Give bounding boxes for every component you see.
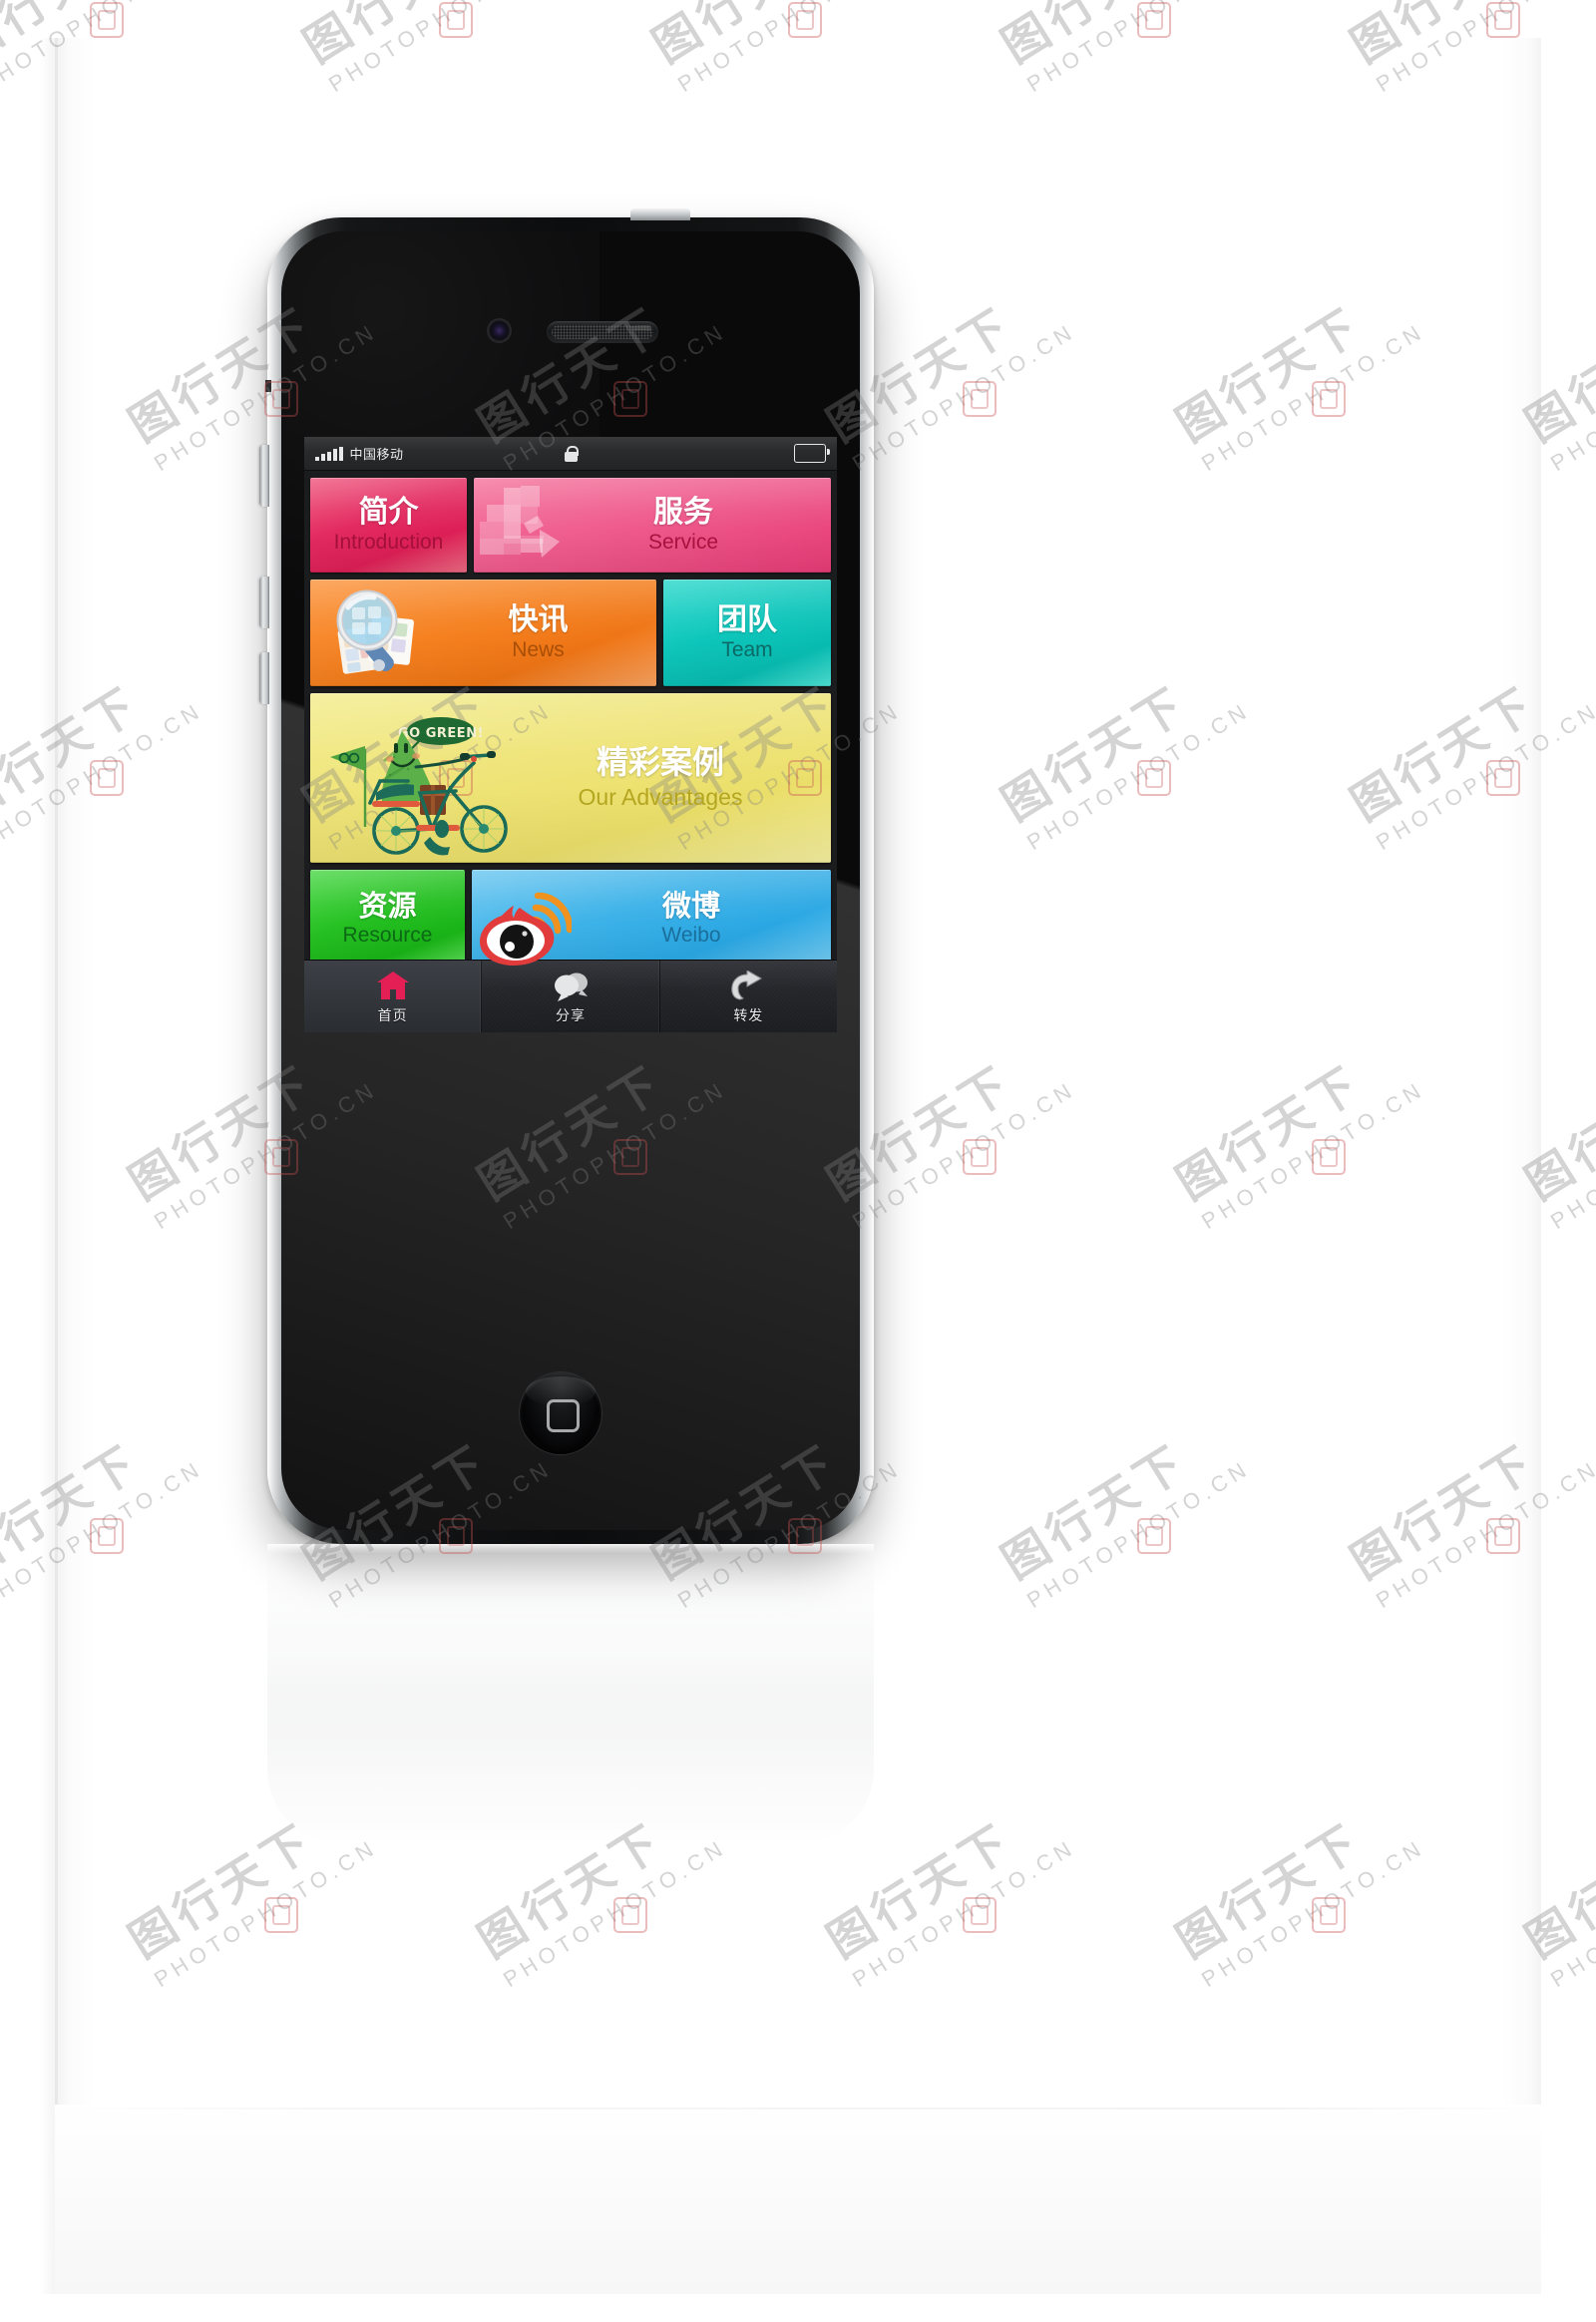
redo-arrow-icon	[731, 968, 765, 1001]
tab-bar: 首页 分享 转发	[304, 960, 837, 1032]
status-bar: 中国移动	[304, 437, 837, 471]
watermark-seal-icon	[90, 2, 124, 38]
reflection-floor	[55, 2105, 1541, 2294]
floor-horizon-line	[55, 2108, 1541, 2110]
tile-our-advantages[interactable]: GO GREEN! 精彩案例 Our Advantages	[310, 693, 831, 863]
background-card-shadow	[40, 38, 58, 2294]
tab-forward-label: 转发	[733, 1008, 764, 1024]
tile-introduction-title-cn: 简介	[358, 494, 419, 530]
phone-screen: 中国移动 简介 Introduction 服务 Service 快讯 News …	[304, 437, 837, 1032]
home-button[interactable]	[520, 1372, 601, 1454]
power-button[interactable]	[630, 208, 690, 220]
tile-our-advantages-title-en: Our Advantages	[578, 784, 743, 811]
mute-switch[interactable]	[259, 445, 269, 507]
tile-weibo[interactable]: 微博 Weibo	[472, 870, 831, 968]
tab-home-label: 首页	[377, 1008, 408, 1024]
tile-weibo-title-cn: 微博	[661, 888, 720, 923]
volume-up-button[interactable]	[259, 577, 269, 628]
tile-team-title-cn: 团队	[717, 601, 777, 637]
tile-news-title-en: News	[512, 638, 565, 662]
tile-our-advantages-title-cn: 精彩案例	[596, 742, 724, 781]
tab-share[interactable]: 分享	[482, 961, 660, 1032]
tile-row-3: GO GREEN! 精彩案例 Our Advantages	[310, 693, 831, 863]
watermark-seal-icon	[1486, 2, 1520, 38]
tile-service-title-cn: 服务	[653, 494, 713, 530]
status-bar-left: 中国移动	[304, 444, 404, 463]
earpiece-speaker-icon	[547, 321, 658, 343]
carrier-label: 中国移动	[349, 447, 404, 462]
watermark-seal-icon	[788, 2, 822, 38]
phone-mockup: 中国移动 简介 Introduction 服务 Service 快讯 News …	[259, 208, 874, 1544]
svg-text:GO GREEN!: GO GREEN!	[398, 726, 484, 741]
lock-icon	[564, 445, 579, 462]
tile-team-title-en: Team	[721, 638, 773, 662]
tile-news-title-cn: 快讯	[508, 601, 569, 637]
tab-share-label: 分享	[555, 1008, 586, 1024]
volume-down-button[interactable]	[259, 652, 269, 704]
tile-team[interactable]: 团队 Team	[663, 580, 831, 686]
speech-bubbles-icon	[552, 968, 590, 1001]
tile-row-2: 快讯 News 团队 Team	[310, 580, 831, 686]
tile-resource-title-en: Resource	[342, 924, 433, 948]
antenna-notch	[265, 380, 271, 392]
home-button-square-icon	[547, 1399, 580, 1432]
battery-icon	[793, 443, 830, 464]
tile-introduction[interactable]: 简介 Introduction	[310, 478, 467, 573]
watermark-seal-icon	[1137, 2, 1171, 38]
house-icon	[376, 968, 410, 1001]
watermark-seal-icon	[439, 2, 473, 38]
tile-grid: 简介 Introduction 服务 Service 快讯 News 团队 Te…	[304, 471, 837, 968]
tile-row-1: 简介 Introduction 服务 Service	[310, 478, 831, 573]
tab-home[interactable]: 首页	[304, 961, 483, 1032]
signal-bars-icon	[315, 446, 343, 461]
tab-forward[interactable]: 转发	[660, 961, 837, 1032]
front-camera-icon	[489, 320, 510, 341]
tile-service[interactable]: 服务 Service	[474, 478, 831, 573]
tile-resource[interactable]: 资源 Resource	[310, 870, 465, 968]
tile-weibo-title-en: Weibo	[661, 924, 721, 948]
status-bar-right	[793, 443, 837, 464]
tile-row-4: 资源 Resource 微博 Weibo	[310, 870, 831, 968]
tile-introduction-title-en: Introduction	[333, 531, 444, 555]
tile-news[interactable]: 快讯 News	[310, 580, 656, 686]
page-canvas: 中国移动 简介 Introduction 服务 Service 快讯 News …	[0, 0, 1596, 2322]
tile-service-title-en: Service	[647, 531, 719, 555]
tile-resource-title-cn: 资源	[358, 888, 417, 923]
